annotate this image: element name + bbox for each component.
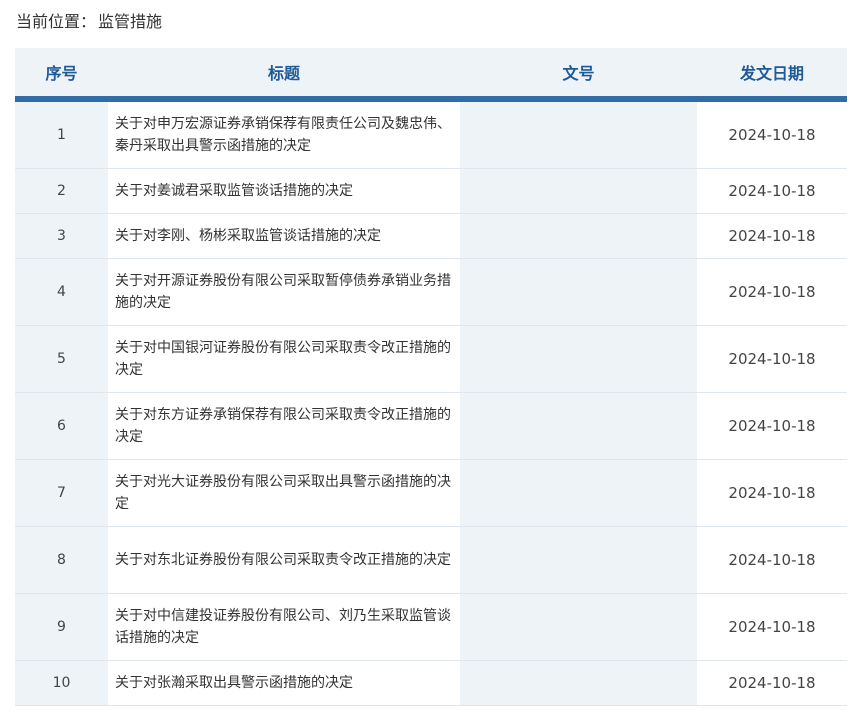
header-doc-no: 文号 xyxy=(460,48,697,102)
row-date: 2024-10-18 xyxy=(697,168,847,214)
row-title-link[interactable]: 关于对中信建投证券股份有限公司、刘乃生采取监管谈话措施的决定 xyxy=(108,605,460,649)
breadcrumb-current[interactable]: 监管措施 xyxy=(98,12,162,31)
row-doc-no xyxy=(460,459,697,527)
table-row: 8 关于对东北证券股份有限公司采取责令改正措施的决定 2024-10-18 xyxy=(15,526,847,594)
row-index: 4 xyxy=(15,258,108,326)
row-index: 1 xyxy=(15,99,108,169)
table-row: 3 关于对李刚、杨彬采取监管谈话措施的决定 2024-10-18 xyxy=(15,213,847,259)
row-title-link[interactable]: 关于对张瀚采取出具警示函措施的决定 xyxy=(108,672,460,694)
row-index: 9 xyxy=(15,593,108,661)
header-title: 标题 xyxy=(108,48,460,102)
row-title-link[interactable]: 关于对东方证券承销保荐有限公司采取责令改正措施的决定 xyxy=(108,404,460,448)
row-index: 2 xyxy=(15,168,108,214)
row-title-link[interactable]: 关于对东北证券股份有限公司采取责令改正措施的决定 xyxy=(108,549,460,571)
table-header-row: 序号 标题 文号 发文日期 xyxy=(15,48,847,102)
row-index: 7 xyxy=(15,459,108,527)
table-row: 10 关于对张瀚采取出具警示函措施的决定 2024-10-18 xyxy=(15,660,847,706)
row-title-link[interactable]: 关于对姜诚君采取监管谈话措施的决定 xyxy=(108,180,460,202)
row-title-link[interactable]: 关于对开源证券股份有限公司采取暂停债券承销业务措施的决定 xyxy=(108,270,460,314)
row-date: 2024-10-18 xyxy=(697,526,847,594)
row-doc-no xyxy=(460,660,697,706)
table-row: 5 关于对中国银河证券股份有限公司采取责令改正措施的决定 2024-10-18 xyxy=(15,325,847,393)
table-row: 9 关于对中信建投证券股份有限公司、刘乃生采取监管谈话措施的决定 2024-10… xyxy=(15,593,847,661)
row-date: 2024-10-18 xyxy=(697,593,847,661)
measures-table: 序号 标题 文号 发文日期 1 关于对申万宏源证券承销保荐有限责任公司及魏忠伟、… xyxy=(15,48,847,706)
header-date: 发文日期 xyxy=(697,48,847,102)
row-title-link[interactable]: 关于对申万宏源证券承销保荐有限责任公司及魏忠伟、秦丹采取出具警示函措施的决定 xyxy=(108,113,460,157)
row-date: 2024-10-18 xyxy=(697,99,847,169)
table-row: 4 关于对开源证券股份有限公司采取暂停债券承销业务措施的决定 2024-10-1… xyxy=(15,258,847,326)
header-index: 序号 xyxy=(15,48,108,102)
breadcrumb: 当前位置： 监管措施 xyxy=(16,10,162,34)
row-index: 8 xyxy=(15,526,108,594)
table-row: 1 关于对申万宏源证券承销保荐有限责任公司及魏忠伟、秦丹采取出具警示函措施的决定… xyxy=(15,99,847,169)
row-doc-no xyxy=(460,392,697,460)
row-date: 2024-10-18 xyxy=(697,660,847,706)
row-title-link[interactable]: 关于对中国银河证券股份有限公司采取责令改正措施的决定 xyxy=(108,337,460,381)
row-date: 2024-10-18 xyxy=(697,459,847,527)
row-date: 2024-10-18 xyxy=(697,213,847,259)
row-doc-no xyxy=(460,526,697,594)
row-date: 2024-10-18 xyxy=(697,325,847,393)
row-date: 2024-10-18 xyxy=(697,258,847,326)
row-doc-no xyxy=(460,99,697,169)
row-doc-no xyxy=(460,213,697,259)
row-doc-no xyxy=(460,258,697,326)
row-index: 10 xyxy=(15,660,108,706)
row-doc-no xyxy=(460,325,697,393)
breadcrumb-prefix: 当前位置： xyxy=(16,12,97,31)
row-date: 2024-10-18 xyxy=(697,392,847,460)
table-row: 7 关于对光大证券股份有限公司采取出具警示函措施的决定 2024-10-18 xyxy=(15,459,847,527)
measures-table-container: 序号 标题 文号 发文日期 1 关于对申万宏源证券承销保荐有限责任公司及魏忠伟、… xyxy=(15,48,847,706)
row-index: 5 xyxy=(15,325,108,393)
table-row: 6 关于对东方证券承销保荐有限公司采取责令改正措施的决定 2024-10-18 xyxy=(15,392,847,460)
row-title-link[interactable]: 关于对李刚、杨彬采取监管谈话措施的决定 xyxy=(108,225,460,247)
row-doc-no xyxy=(460,593,697,661)
row-title-link[interactable]: 关于对光大证券股份有限公司采取出具警示函措施的决定 xyxy=(108,471,460,515)
table-row: 2 关于对姜诚君采取监管谈话措施的决定 2024-10-18 xyxy=(15,168,847,214)
row-index: 6 xyxy=(15,392,108,460)
row-index: 3 xyxy=(15,213,108,259)
row-doc-no xyxy=(460,168,697,214)
